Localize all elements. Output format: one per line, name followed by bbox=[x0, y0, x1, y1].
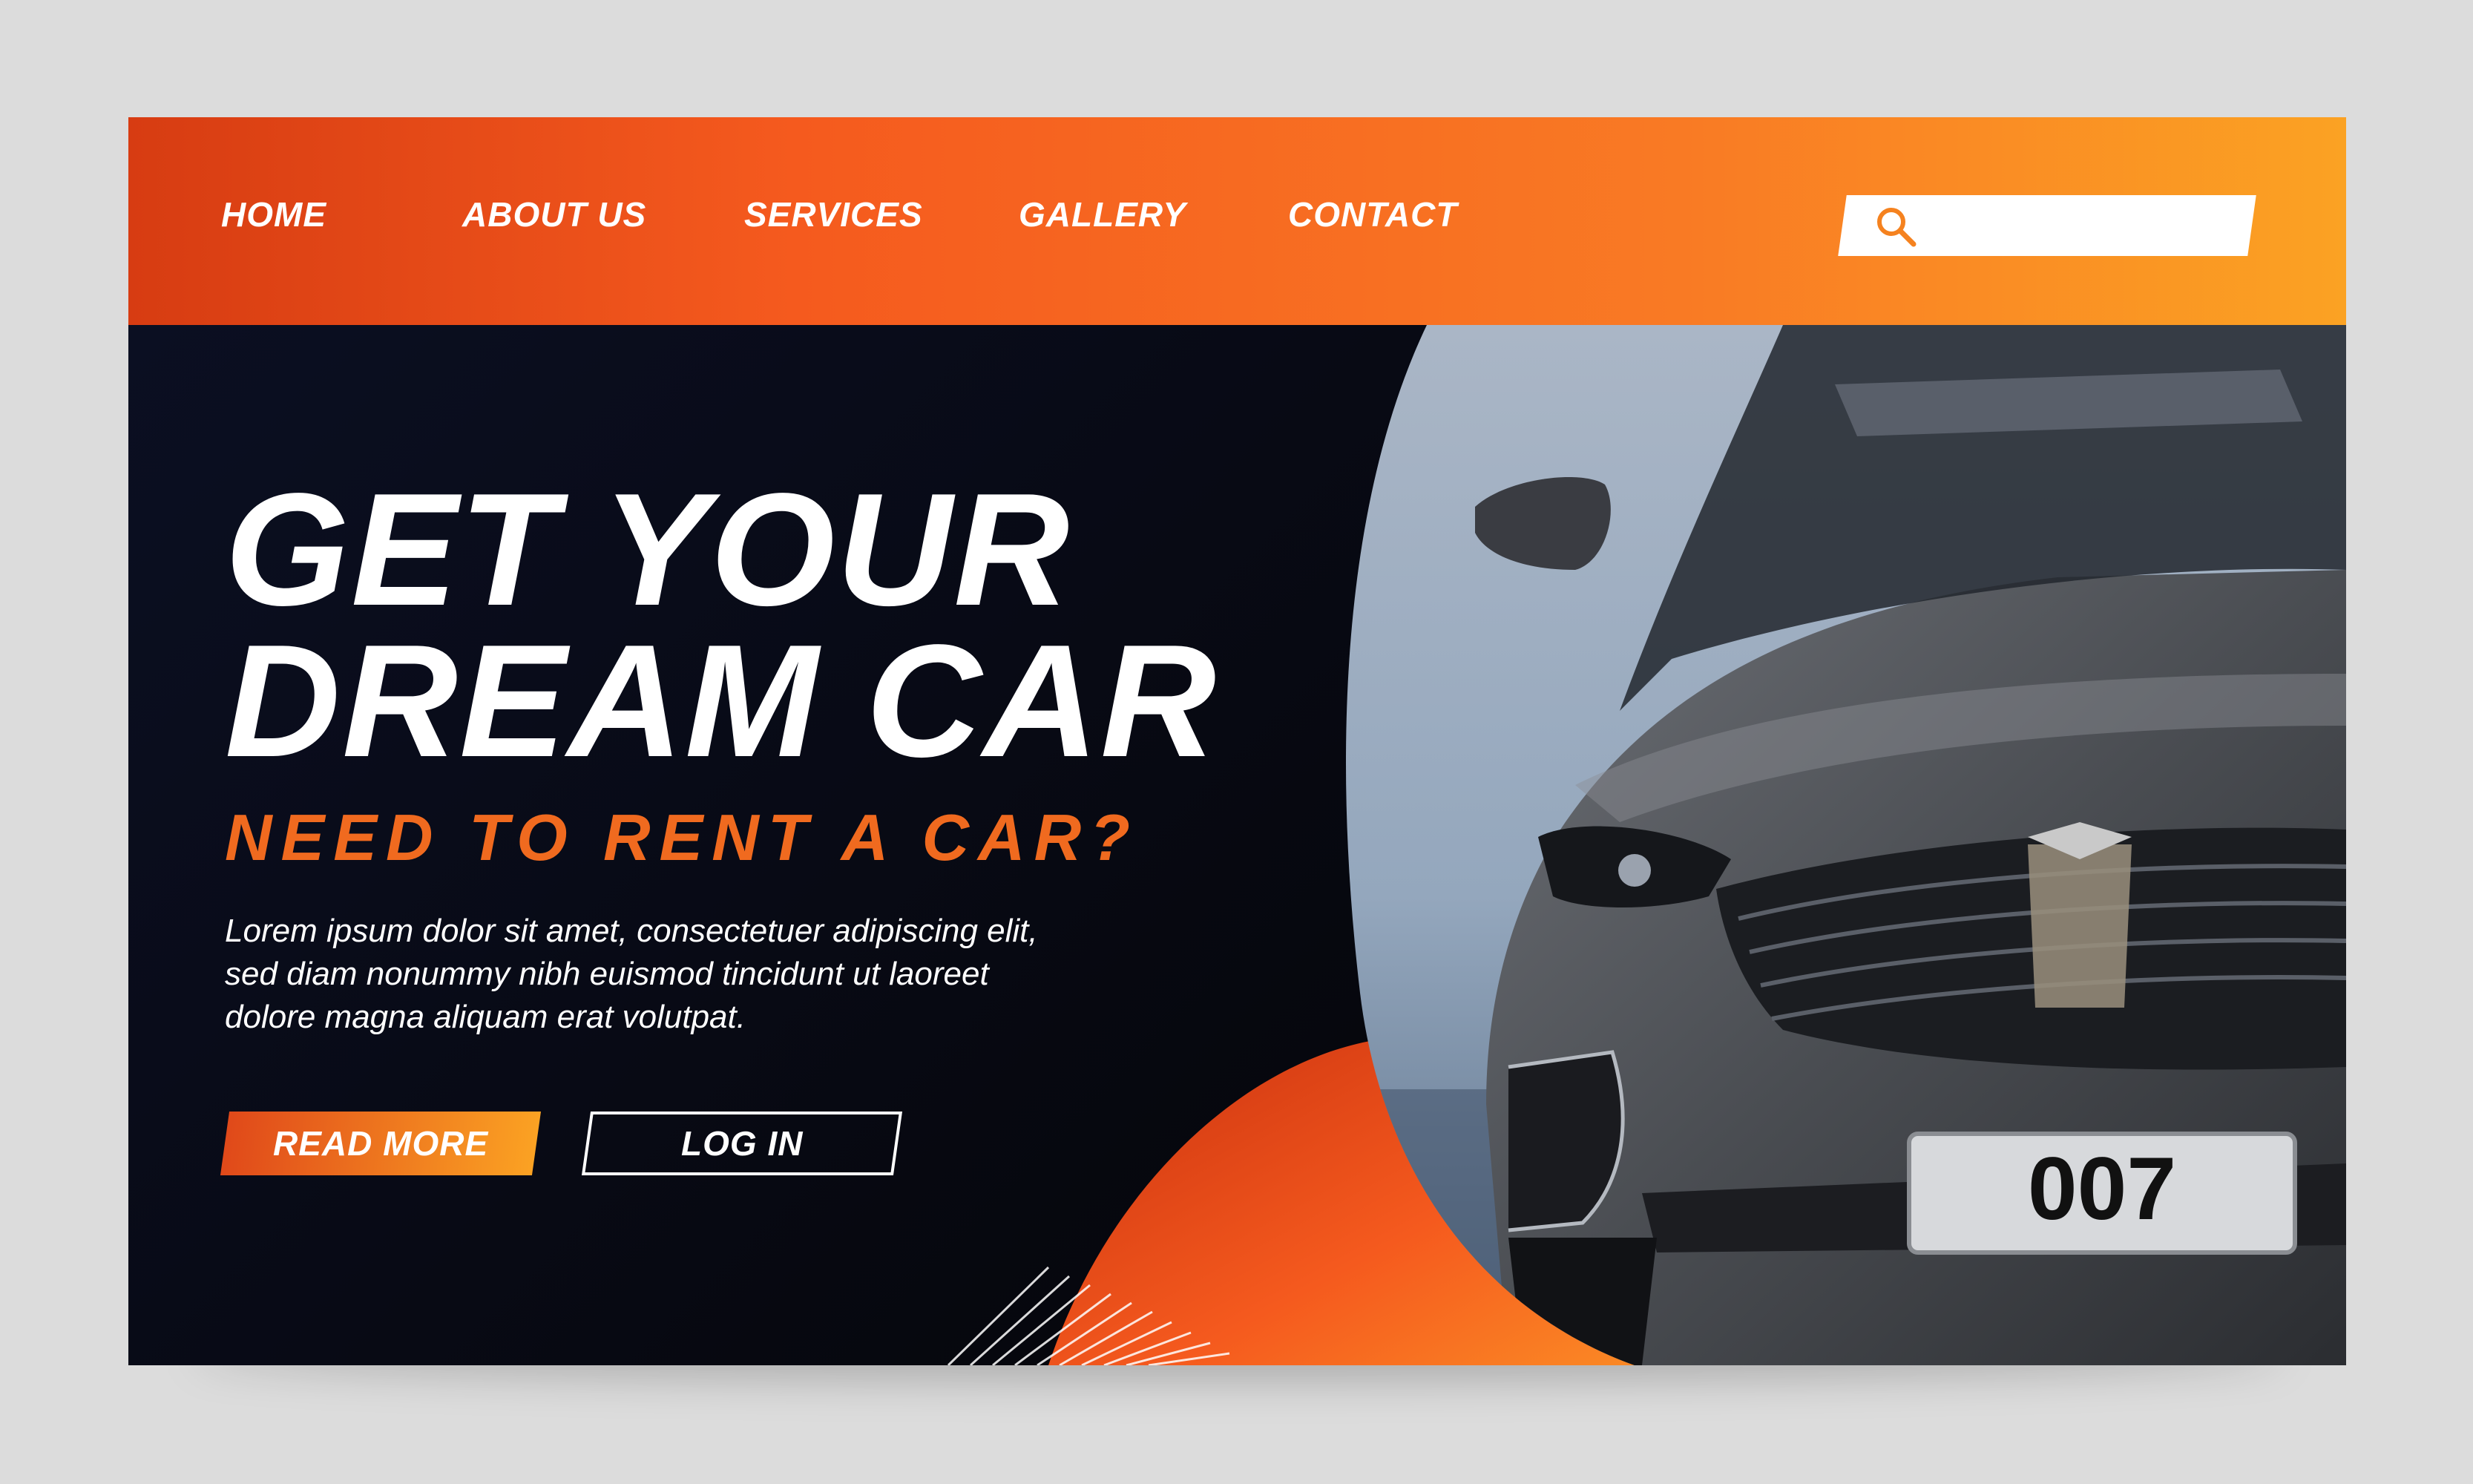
search-input[interactable] bbox=[1894, 200, 2239, 252]
hero-body-text: Lorem ipsum dolor sit amet, consectetuer… bbox=[225, 913, 1038, 1035]
top-nav: HOME ABOUT US SERVICES GALLERY CONTACT bbox=[128, 117, 2346, 325]
read-more-label: READ MORE bbox=[272, 1124, 489, 1163]
headline-line-2: DREAM CAR bbox=[225, 611, 1218, 790]
login-label: LOG IN bbox=[680, 1124, 804, 1163]
landing-page: HOME ABOUT US SERVICES GALLERY CONTACT 0… bbox=[128, 117, 2346, 1365]
hero-section: 007 GET YOUR DREAM CAR NEED TO RENT A CA… bbox=[128, 325, 2346, 1365]
nav-gallery[interactable]: GALLERY bbox=[1019, 194, 1186, 234]
nav-services[interactable]: SERVICES bbox=[744, 194, 923, 234]
hero-subheadline: NEED TO RENT A CAR? bbox=[225, 801, 1139, 874]
login-button[interactable]: LOG IN bbox=[581, 1112, 903, 1175]
nav-home[interactable]: HOME bbox=[221, 194, 326, 234]
license-plate-number: 007 bbox=[2028, 1139, 2176, 1238]
nav-contact[interactable]: CONTACT bbox=[1288, 194, 1457, 234]
read-more-button[interactable]: READ MORE bbox=[220, 1112, 542, 1175]
nav-about-us[interactable]: ABOUT US bbox=[462, 194, 646, 234]
hero-headline: GET YOUR DREAM CAR bbox=[225, 469, 1218, 781]
